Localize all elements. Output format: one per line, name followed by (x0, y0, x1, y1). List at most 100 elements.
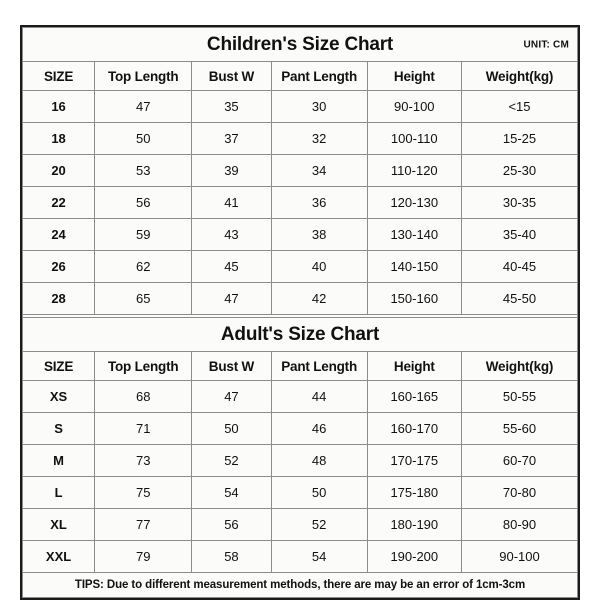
table-cell: 75 (94, 476, 193, 509)
adult_chart-title-cell: Adult's Size Chart (22, 317, 578, 352)
table-cell: 46 (270, 412, 368, 445)
row-size-label: S (21, 412, 96, 445)
children_chart-title: Children's Size Chart (206, 33, 394, 55)
children_chart-title-row: Children's Size Chart UNIT: CM (22, 27, 578, 62)
tips-row: TIPS: Due to different measurement metho… (22, 572, 578, 598)
table-cell: 59 (94, 218, 193, 251)
adult_chart-title-row: Adult's Size Chart (22, 317, 578, 352)
table-cell: 55-60 (460, 412, 579, 445)
unit-label: UNIT: CM (523, 39, 569, 50)
row-size-label: 16 (21, 90, 96, 123)
table-cell: 110-120 (366, 154, 462, 187)
table-cell: <15 (460, 90, 579, 123)
row-size-label: M (21, 444, 96, 477)
table-row: 22 56 41 36 120-130 30-35 (21, 186, 579, 219)
table-cell: 38 (270, 218, 368, 251)
table-cell: 120-130 (366, 186, 462, 219)
table-cell: 140-150 (366, 250, 462, 283)
row-size-label: 20 (21, 154, 96, 187)
table-cell: 30-35 (460, 186, 579, 219)
children_chart-title-wrap: Children's Size Chart UNIT: CM (23, 28, 577, 61)
table-cell: 50 (270, 476, 368, 509)
table-cell: 56 (191, 508, 272, 541)
table-cell: 70-80 (460, 476, 579, 509)
table-cell: 71 (94, 412, 193, 445)
table-cell: 79 (94, 540, 193, 573)
table-cell: 50-55 (460, 380, 579, 413)
column-header-pant-length: Pant Length (270, 351, 368, 381)
table-cell: 52 (191, 444, 272, 477)
table-cell: 47 (94, 90, 193, 123)
adult_chart-header-row: SIZE Top Length Bust W Pant Length Height Wei… (21, 351, 579, 381)
column-header-pant-length: Pant Length (270, 61, 368, 91)
row-size-label: 28 (21, 282, 96, 315)
table-cell: 39 (191, 154, 272, 187)
table-row: 18 50 37 32 100-110 15-25 (21, 122, 579, 155)
table-cell: 45-50 (460, 282, 579, 315)
table-cell: 52 (270, 508, 368, 541)
size-chart-sheet: Children's Size Chart UNIT: CM SIZE Top Len… (20, 25, 580, 600)
column-header-size: SIZE (21, 61, 96, 91)
table-row: XXL 79 58 54 190-200 90-100 (21, 540, 579, 573)
table-cell: 80-90 (460, 508, 579, 541)
table-cell: 90-100 (460, 540, 579, 573)
table-cell: 160-165 (366, 380, 462, 413)
table-cell: 54 (270, 540, 368, 573)
column-header-height: Height (366, 351, 462, 381)
column-header-weight-kg: Weight(kg) (460, 351, 579, 381)
children_chart-header-row: SIZE Top Length Bust W Pant Length Height Wei… (21, 61, 579, 91)
row-size-label: 26 (21, 250, 96, 283)
table-cell: 160-170 (366, 412, 462, 445)
table-row: 26 62 45 40 140-150 40-45 (21, 250, 579, 283)
table-row: XS 68 47 44 160-165 50-55 (21, 380, 579, 413)
table-cell: 60-70 (460, 444, 579, 477)
column-header-height: Height (366, 61, 462, 91)
table-cell: 41 (191, 186, 272, 219)
table-cell: 180-190 (366, 508, 462, 541)
children_chart-title-cell: Children's Size Chart UNIT: CM (22, 27, 578, 62)
row-size-label: 22 (21, 186, 96, 219)
table-cell: 58 (191, 540, 272, 573)
table-cell: 42 (270, 282, 368, 315)
table-row: 28 65 47 42 150-160 45-50 (21, 282, 579, 315)
table-row: L 75 54 50 175-180 70-80 (21, 476, 579, 509)
row-size-label: 24 (21, 218, 96, 251)
table-cell: 40-45 (460, 250, 579, 283)
table-cell: 35 (191, 90, 272, 123)
table-cell: 30 (270, 90, 368, 123)
table-cell: 36 (270, 186, 368, 219)
table-cell: 25-30 (460, 154, 579, 187)
table-cell: 53 (94, 154, 193, 187)
table-cell: 90-100 (366, 90, 462, 123)
column-header-size: SIZE (21, 351, 96, 381)
table-cell: 73 (94, 444, 193, 477)
table-cell: 45 (191, 250, 272, 283)
table-cell: 47 (191, 282, 272, 315)
row-size-label: 18 (21, 122, 96, 155)
table-cell: 77 (94, 508, 193, 541)
table-cell: 54 (191, 476, 272, 509)
table-cell: 68 (94, 380, 193, 413)
table-cell: 35-40 (460, 218, 579, 251)
row-size-label: XS (21, 380, 96, 413)
table-cell: 37 (191, 122, 272, 155)
table-cell: 47 (191, 380, 272, 413)
table-cell: 15-25 (460, 122, 579, 155)
table-cell: 100-110 (366, 122, 462, 155)
table-cell: 40 (270, 250, 368, 283)
column-header-top-length: Top Length (94, 351, 193, 381)
table-cell: 48 (270, 444, 368, 477)
column-header-weight-kg: Weight(kg) (460, 61, 579, 91)
table-cell: 34 (270, 154, 368, 187)
tips-note: TIPS: Due to different measurement metho… (22, 572, 578, 598)
column-header-bust-w: Bust W (191, 351, 272, 381)
row-size-label: XL (21, 508, 96, 541)
table-cell: 43 (191, 218, 272, 251)
adult_chart-title: Adult's Size Chart (220, 323, 380, 345)
size-chart-table: Children's Size Chart UNIT: CM SIZE Top Len… (21, 27, 579, 598)
table-row: S 71 50 46 160-170 55-60 (21, 412, 579, 445)
table-cell: 50 (94, 122, 193, 155)
row-size-label: L (21, 476, 96, 509)
table-cell: 190-200 (366, 540, 462, 573)
table-cell: 170-175 (366, 444, 462, 477)
